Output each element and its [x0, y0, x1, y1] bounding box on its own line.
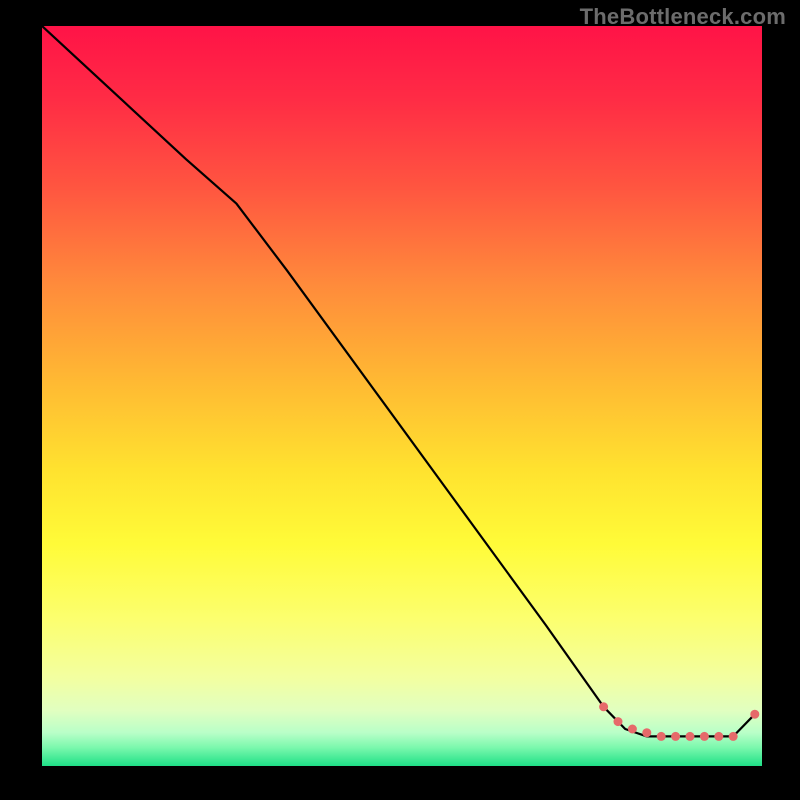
highlight-dot	[642, 728, 651, 737]
highlight-dot	[657, 732, 666, 741]
highlight-dot	[700, 732, 709, 741]
highlight-dot	[729, 732, 738, 741]
highlight-dot	[614, 717, 623, 726]
plot-area	[42, 26, 762, 766]
highlight-dot	[750, 710, 759, 719]
highlight-dot	[714, 732, 723, 741]
highlight-dot	[628, 725, 637, 734]
gradient-background	[42, 26, 762, 766]
highlight-dot	[599, 702, 608, 711]
highlight-dot	[686, 732, 695, 741]
chart-svg	[42, 26, 762, 766]
highlight-dot	[671, 732, 680, 741]
figure-root: TheBottleneck.com	[0, 0, 800, 800]
